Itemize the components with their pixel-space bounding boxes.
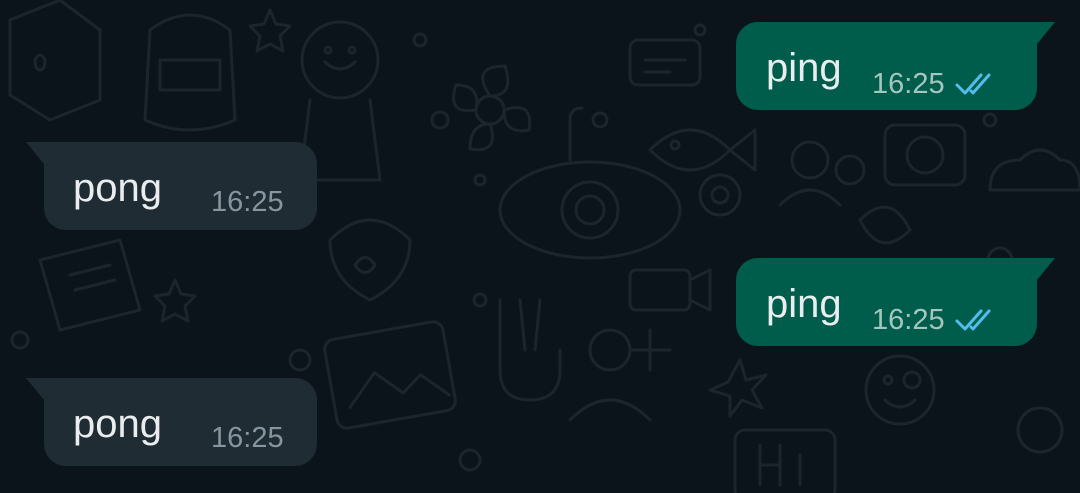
message-text: ping (766, 282, 842, 326)
bubble-tail (26, 378, 44, 400)
double-check-icon (955, 307, 1001, 333)
outgoing-message-bubble[interactable]: ping 16:25 (736, 22, 1055, 110)
incoming-message-bubble[interactable]: pong 16:25 (26, 378, 317, 466)
message-time: 16:25 (211, 186, 284, 218)
bubble-tail (26, 142, 44, 164)
message-meta: 16:25 (872, 304, 1001, 336)
message-text: ping (766, 46, 842, 90)
bubble-tail (1037, 22, 1055, 44)
message-text: pong (73, 166, 162, 210)
message-time: 16:25 (211, 422, 284, 454)
message-time: 16:25 (872, 68, 945, 100)
double-check-icon (955, 71, 1001, 97)
bubble-tail (1037, 258, 1055, 280)
outgoing-message-bubble[interactable]: ping 16:25 (736, 258, 1055, 346)
incoming-message-bubble[interactable]: pong 16:25 (26, 142, 317, 230)
message-time: 16:25 (872, 304, 945, 336)
message-list[interactable]: ping 16:25 pong 16:25 ping 16:25 pong 16… (0, 0, 1080, 493)
message-meta: 16:25 (211, 422, 284, 454)
message-meta: 16:25 (872, 68, 1001, 100)
message-text: pong (73, 402, 162, 446)
message-meta: 16:25 (211, 186, 284, 218)
